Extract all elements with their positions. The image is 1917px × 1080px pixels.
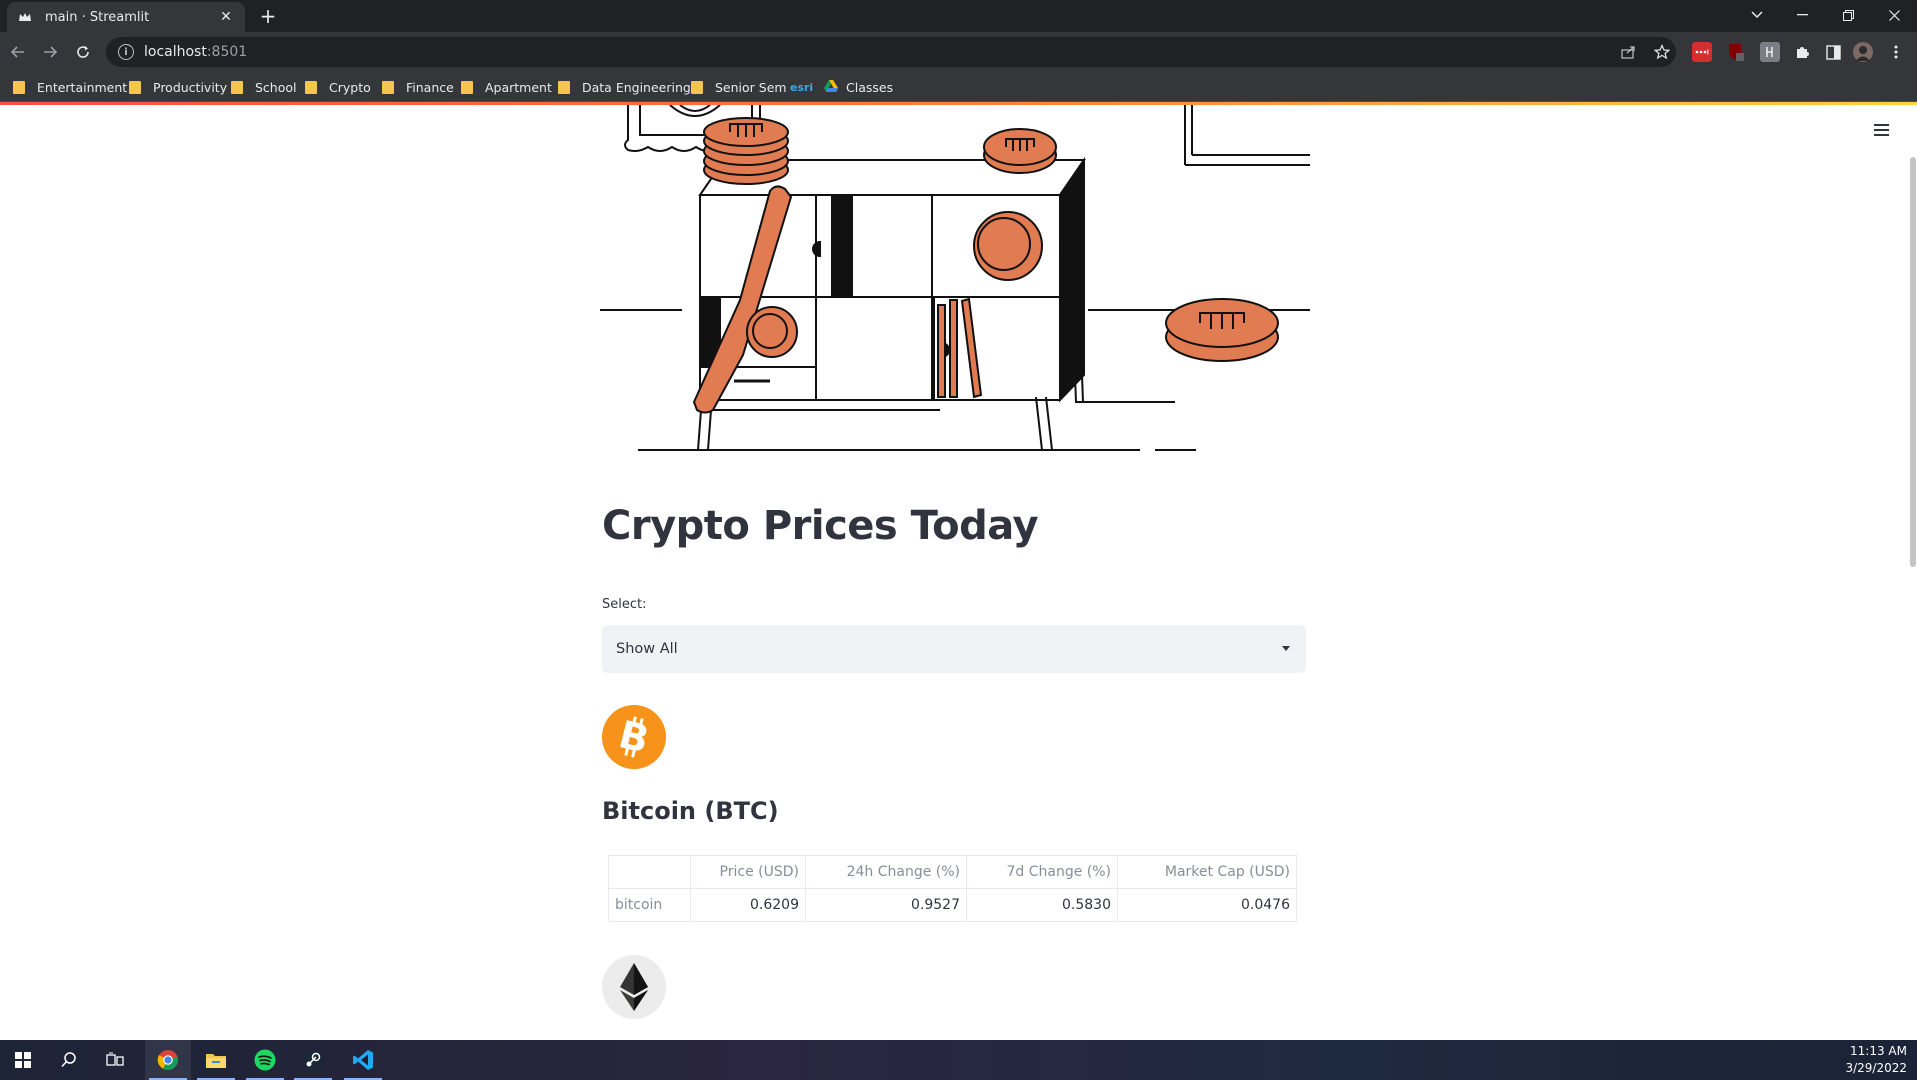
table-header-7d-change[interactable]: 7d Change (%) bbox=[966, 855, 1118, 889]
table-header-market-cap[interactable]: Market Cap (USD) bbox=[1117, 855, 1297, 889]
page-title: Crypto Prices Today bbox=[602, 503, 1039, 549]
bookmark-star-icon[interactable] bbox=[1651, 41, 1673, 63]
chevron-down-icon bbox=[1282, 646, 1290, 651]
address-bar[interactable]: i localhost:8501 bbox=[106, 37, 1676, 67]
select-value: Show All bbox=[616, 641, 678, 657]
bookmark-school[interactable]: School bbox=[231, 78, 297, 96]
hamburger-menu-icon[interactable] bbox=[1870, 121, 1892, 143]
task-view-icon[interactable] bbox=[92, 1040, 138, 1080]
table-cell-24h-change: 0.9527 bbox=[805, 888, 967, 922]
select-label: Select: bbox=[602, 597, 647, 612]
streamlit-app: Crypto Prices Today Select: Show All B B… bbox=[0, 105, 1917, 1040]
windows-taskbar: 11:13 AM 3/29/2022 bbox=[0, 1040, 1917, 1080]
chrome-taskbar-icon[interactable] bbox=[145, 1040, 191, 1080]
steam-icon[interactable] bbox=[290, 1040, 336, 1080]
browser-toolbar: i localhost:8501 bbox=[0, 32, 1917, 72]
clock-time: 11:13 AM bbox=[1850, 1044, 1907, 1058]
profile-avatar[interactable] bbox=[1853, 42, 1873, 62]
reload-button[interactable] bbox=[71, 40, 95, 64]
folder-icon bbox=[461, 80, 473, 94]
table-header-index[interactable] bbox=[608, 855, 691, 889]
bookmark-classes[interactable]: Classes bbox=[824, 78, 893, 96]
lastpass-icon[interactable] bbox=[1692, 42, 1712, 62]
coin-heading: Bitcoin (BTC) bbox=[602, 797, 779, 825]
forward-button[interactable] bbox=[38, 40, 62, 64]
table-cell-market-cap: 0.0476 bbox=[1117, 888, 1297, 922]
folder-icon bbox=[558, 80, 570, 94]
bookmark-apartment[interactable]: Apartment bbox=[461, 78, 552, 96]
spotify-icon[interactable] bbox=[242, 1040, 288, 1080]
folder-icon bbox=[231, 80, 243, 94]
clock-date: 3/29/2022 bbox=[1845, 1061, 1907, 1075]
coin-select-dropdown[interactable]: Show All bbox=[602, 625, 1306, 673]
bookmark-productivity[interactable]: Productivity bbox=[129, 78, 227, 96]
extensions-puzzle-icon[interactable] bbox=[1792, 42, 1812, 62]
side-panel-icon[interactable] bbox=[1823, 42, 1843, 62]
streamlit-crown-icon bbox=[17, 9, 33, 25]
back-button[interactable] bbox=[6, 40, 30, 64]
esri-logo-icon: esri bbox=[790, 80, 814, 94]
bookmark-entertainment[interactable]: Entertainment bbox=[13, 78, 127, 96]
browser-tab[interactable]: main · Streamlit ✕ bbox=[7, 2, 245, 32]
bookmark-label: Classes bbox=[846, 79, 894, 95]
crypto-cabinet-illustration bbox=[600, 105, 1310, 451]
site-info-icon[interactable]: i bbox=[118, 44, 134, 60]
folder-icon bbox=[129, 80, 141, 94]
folder-icon bbox=[382, 80, 394, 94]
bookmark-label: Crypto bbox=[329, 79, 371, 95]
screen: main · Streamlit ✕ + i localhost:8501 E… bbox=[0, 0, 1917, 1080]
google-drive-icon bbox=[824, 79, 838, 95]
bookmark-label: Productivity bbox=[153, 79, 228, 95]
vscode-icon[interactable] bbox=[340, 1040, 386, 1080]
bookmark-data-engineering[interactable]: Data Engineering bbox=[558, 78, 691, 96]
bookmark-label: Data Engineering bbox=[582, 79, 691, 95]
table-row: bitcoin 0.6209 0.9527 0.5830 0.0476 bbox=[608, 888, 1297, 922]
search-icon[interactable] bbox=[46, 1040, 92, 1080]
table-cell-price: 0.6209 bbox=[690, 888, 806, 922]
file-explorer-icon[interactable] bbox=[193, 1040, 239, 1080]
minimize-button[interactable] bbox=[1779, 0, 1825, 30]
bookmark-crypto[interactable]: Crypto bbox=[305, 78, 371, 96]
folder-icon bbox=[691, 80, 703, 94]
table-header-row: Price (USD) 24h Change (%) 7d Change (%)… bbox=[608, 855, 1297, 889]
close-window-button[interactable] bbox=[1871, 0, 1917, 30]
table-header-price[interactable]: Price (USD) bbox=[690, 855, 806, 889]
table-header-24h-change[interactable]: 24h Change (%) bbox=[805, 855, 967, 889]
close-tab-icon[interactable]: ✕ bbox=[217, 9, 235, 25]
new-tab-button[interactable]: + bbox=[256, 4, 280, 28]
folder-icon bbox=[13, 80, 25, 94]
bookmark-label: School bbox=[255, 79, 297, 95]
system-clock[interactable]: 11:13 AM 3/29/2022 bbox=[1845, 1043, 1907, 1077]
bookmark-label: Senior Sem bbox=[715, 79, 787, 95]
tab-title: main · Streamlit bbox=[45, 9, 150, 25]
ublock-icon[interactable] bbox=[1726, 42, 1746, 62]
ethereum-logo-icon bbox=[602, 955, 666, 1019]
bitcoin-logo-icon: B bbox=[602, 705, 666, 769]
url-host: localhost bbox=[144, 44, 207, 60]
tab-search-icon[interactable] bbox=[1734, 0, 1780, 30]
price-table: Price (USD) 24h Change (%) 7d Change (%)… bbox=[608, 855, 1297, 922]
bookmarks-bar: Entertainment Productivity School Crypto… bbox=[0, 72, 1917, 102]
bookmark-finance[interactable]: Finance bbox=[382, 78, 454, 96]
bookmark-esri[interactable]: esri bbox=[790, 78, 813, 96]
table-row-name: bitcoin bbox=[608, 888, 691, 922]
extension-icon[interactable] bbox=[1760, 42, 1780, 62]
bookmark-label: Apartment bbox=[485, 79, 552, 95]
bookmark-senior-sem[interactable]: Senior Sem bbox=[691, 78, 787, 96]
bookmark-label: Entertainment bbox=[37, 79, 128, 95]
scrollbar[interactable] bbox=[1910, 157, 1916, 567]
folder-icon bbox=[305, 80, 317, 94]
share-icon[interactable] bbox=[1618, 41, 1640, 63]
browser-tabstrip: main · Streamlit ✕ + bbox=[0, 0, 1917, 32]
bookmark-label: Finance bbox=[406, 79, 454, 95]
table-cell-7d-change: 0.5830 bbox=[966, 888, 1118, 922]
windows-start-icon[interactable] bbox=[0, 1040, 46, 1080]
chrome-menu-icon[interactable] bbox=[1886, 42, 1906, 62]
restore-button[interactable] bbox=[1825, 0, 1871, 30]
url-port: :8501 bbox=[206, 44, 248, 60]
